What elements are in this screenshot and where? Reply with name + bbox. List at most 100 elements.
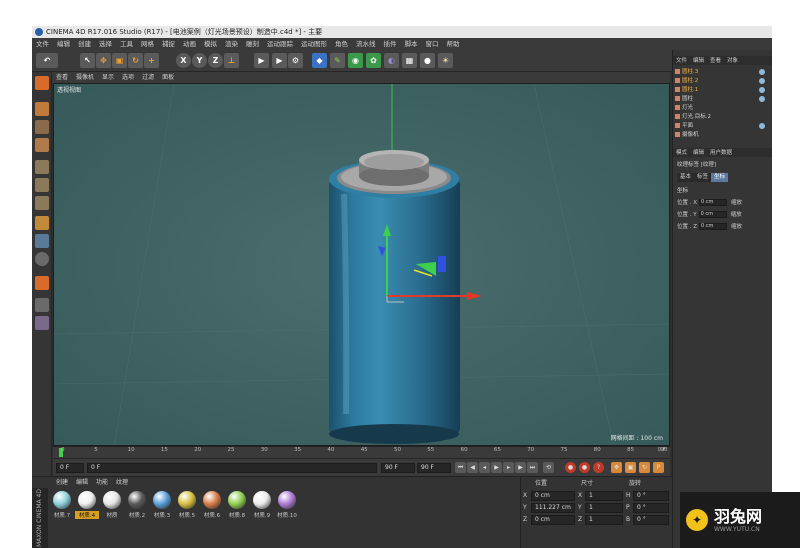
keyframe-selection-icon[interactable]: ? xyxy=(593,462,604,473)
viewport-menu-item[interactable]: 查看 xyxy=(52,72,72,83)
position-key-icon[interactable]: ✥ xyxy=(611,462,622,473)
material-swatch[interactable]: 材质.10 xyxy=(275,491,299,519)
object-manager-tab[interactable]: 编辑 xyxy=(690,57,707,66)
snap-icon[interactable] xyxy=(35,252,49,266)
object-row[interactable]: 圆柱 xyxy=(675,95,771,103)
rotation-key-icon[interactable]: ↻ xyxy=(639,462,650,473)
undo-icon[interactable]: ↶ xyxy=(36,53,58,68)
cube-icon[interactable]: ◆ xyxy=(312,53,327,68)
material-menu-item[interactable]: 编辑 xyxy=(72,478,92,488)
go-to-end-icon[interactable]: ⏭ xyxy=(527,462,538,473)
object-manager-tab[interactable]: 对象 xyxy=(724,57,741,66)
material-swatch[interactable]: 材质.3 xyxy=(150,491,174,519)
object-row[interactable]: 平面 xyxy=(675,122,771,130)
menu-item[interactable]: 文件 xyxy=(32,38,53,50)
next-key-icon[interactable]: ▶ xyxy=(515,462,526,473)
lock-icon[interactable] xyxy=(35,316,49,330)
axis-z-icon[interactable]: Z xyxy=(208,53,223,68)
menu-item[interactable]: 角色 xyxy=(331,38,352,50)
scene-icon[interactable]: ▦ xyxy=(402,53,417,68)
max-frame-field[interactable]: 90 F xyxy=(417,463,451,473)
menu-item[interactable]: 模拟 xyxy=(200,38,221,50)
position-field[interactable]: 111.227 cm xyxy=(531,503,575,513)
menu-item[interactable]: 编辑 xyxy=(53,38,74,50)
previous-key-icon[interactable]: ◀ xyxy=(467,462,478,473)
object-manager-tab[interactable]: 查看 xyxy=(707,57,724,66)
viewport-menu-item[interactable]: 面板 xyxy=(158,72,178,83)
go-to-start-icon[interactable]: ⏮ xyxy=(455,462,466,473)
attribute-value-field[interactable]: 0 cm xyxy=(698,211,727,218)
viewport-menu-item[interactable]: 显示 xyxy=(98,72,118,83)
attribute-value-field[interactable]: 0 cm xyxy=(699,199,728,206)
viewport-menu-item[interactable]: 摄像机 xyxy=(72,72,98,83)
points-mode-icon[interactable] xyxy=(35,160,49,174)
light-icon[interactable]: ☀ xyxy=(438,53,453,68)
viewport-menu-item[interactable]: 选项 xyxy=(118,72,138,83)
workplane-mode-icon[interactable] xyxy=(35,138,49,152)
material-swatch[interactable]: 材质.6 xyxy=(200,491,224,519)
menu-item[interactable]: 运动图形 xyxy=(297,38,331,50)
menu-item[interactable]: 选择 xyxy=(95,38,116,50)
scale-icon[interactable]: ▣ xyxy=(112,53,127,68)
attribute-subtab[interactable]: 坐标 xyxy=(711,173,729,182)
magnet-icon[interactable] xyxy=(35,276,49,290)
attribute-subtab[interactable]: 标签 xyxy=(694,173,712,182)
attribute-value-field[interactable]: 0 cm xyxy=(699,223,728,230)
position-field[interactable]: 0 cm xyxy=(531,515,575,525)
object-row[interactable]: 摄像机 xyxy=(675,131,771,139)
move-icon[interactable]: ✥ xyxy=(96,53,111,68)
material-swatch[interactable]: 材质 xyxy=(100,491,124,519)
menu-item[interactable]: 运动跟踪 xyxy=(263,38,297,50)
parameter-key-icon[interactable]: P xyxy=(653,462,664,473)
subdivision-icon[interactable]: ◉ xyxy=(348,53,363,68)
material-swatch[interactable]: 材质.5 xyxy=(175,491,199,519)
current-frame-field[interactable]: 0 F xyxy=(56,463,84,473)
object-row[interactable]: 圆柱.1 xyxy=(675,86,771,94)
object-row[interactable]: 灯光 xyxy=(675,104,771,112)
play-icon[interactable]: ▶ xyxy=(491,462,502,473)
position-field[interactable]: 0 cm xyxy=(531,491,575,501)
menu-item[interactable]: 动画 xyxy=(179,38,200,50)
polygons-mode-icon[interactable] xyxy=(35,196,49,210)
menu-item[interactable]: 渲染 xyxy=(221,38,242,50)
select-cursor-icon[interactable]: ↖ xyxy=(80,53,95,68)
rotate-icon[interactable]: ↻ xyxy=(128,53,143,68)
material-swatch[interactable]: 材质.4 xyxy=(75,491,99,519)
menu-item[interactable]: 插件 xyxy=(380,38,401,50)
size-field[interactable]: 1 xyxy=(585,491,623,501)
material-menu-item[interactable]: 纹理 xyxy=(112,478,132,488)
end-frame-field[interactable]: 90 F xyxy=(381,463,415,473)
coordinate-system-icon[interactable]: ⊥ xyxy=(224,53,239,68)
model-mode-icon[interactable] xyxy=(35,102,49,116)
menu-item[interactable]: 网格 xyxy=(137,38,158,50)
render-view-icon[interactable]: ▶ xyxy=(254,53,269,68)
material-menu-item[interactable]: 创建 xyxy=(52,478,72,488)
edges-mode-icon[interactable] xyxy=(35,178,49,192)
render-settings-icon[interactable]: ⚙ xyxy=(288,53,303,68)
size-field[interactable]: 1 xyxy=(585,503,623,513)
attribute-subtab[interactable]: 基本 xyxy=(677,173,695,182)
menu-item[interactable]: 创建 xyxy=(74,38,95,50)
record-icon[interactable]: ● xyxy=(565,462,576,473)
grid-icon[interactable] xyxy=(35,298,49,312)
camera-icon[interactable]: ● xyxy=(420,53,435,68)
menu-item[interactable]: 雕刻 xyxy=(242,38,263,50)
attributes-tab[interactable]: 编辑 xyxy=(690,149,707,158)
autokey-icon[interactable]: ● xyxy=(579,462,590,473)
previous-frame-icon[interactable]: ◂ xyxy=(479,462,490,473)
menu-item[interactable]: 窗口 xyxy=(422,38,443,50)
menu-item[interactable]: 工具 xyxy=(116,38,137,50)
material-swatch[interactable]: 材质.8 xyxy=(225,491,249,519)
object-row[interactable]: 圆柱.2 xyxy=(675,77,771,85)
rotation-field[interactable]: 0 ° xyxy=(633,515,669,525)
size-field[interactable]: 1 xyxy=(585,515,623,525)
deformer-icon[interactable]: ◐ xyxy=(384,53,399,68)
menu-item[interactable]: 帮助 xyxy=(443,38,464,50)
frame-range-slider[interactable]: 0 F xyxy=(87,463,377,473)
scale-key-icon[interactable]: ▣ xyxy=(625,462,636,473)
object-manager-tab[interactable]: 文件 xyxy=(673,57,690,66)
array-icon[interactable]: ✿ xyxy=(366,53,381,68)
material-swatch[interactable]: 材质.2 xyxy=(125,491,149,519)
perspective-viewport[interactable]: 透视视图 网格间距 : 100 cm xyxy=(53,83,670,446)
render-picture-viewer-icon[interactable]: ▶ xyxy=(272,53,287,68)
